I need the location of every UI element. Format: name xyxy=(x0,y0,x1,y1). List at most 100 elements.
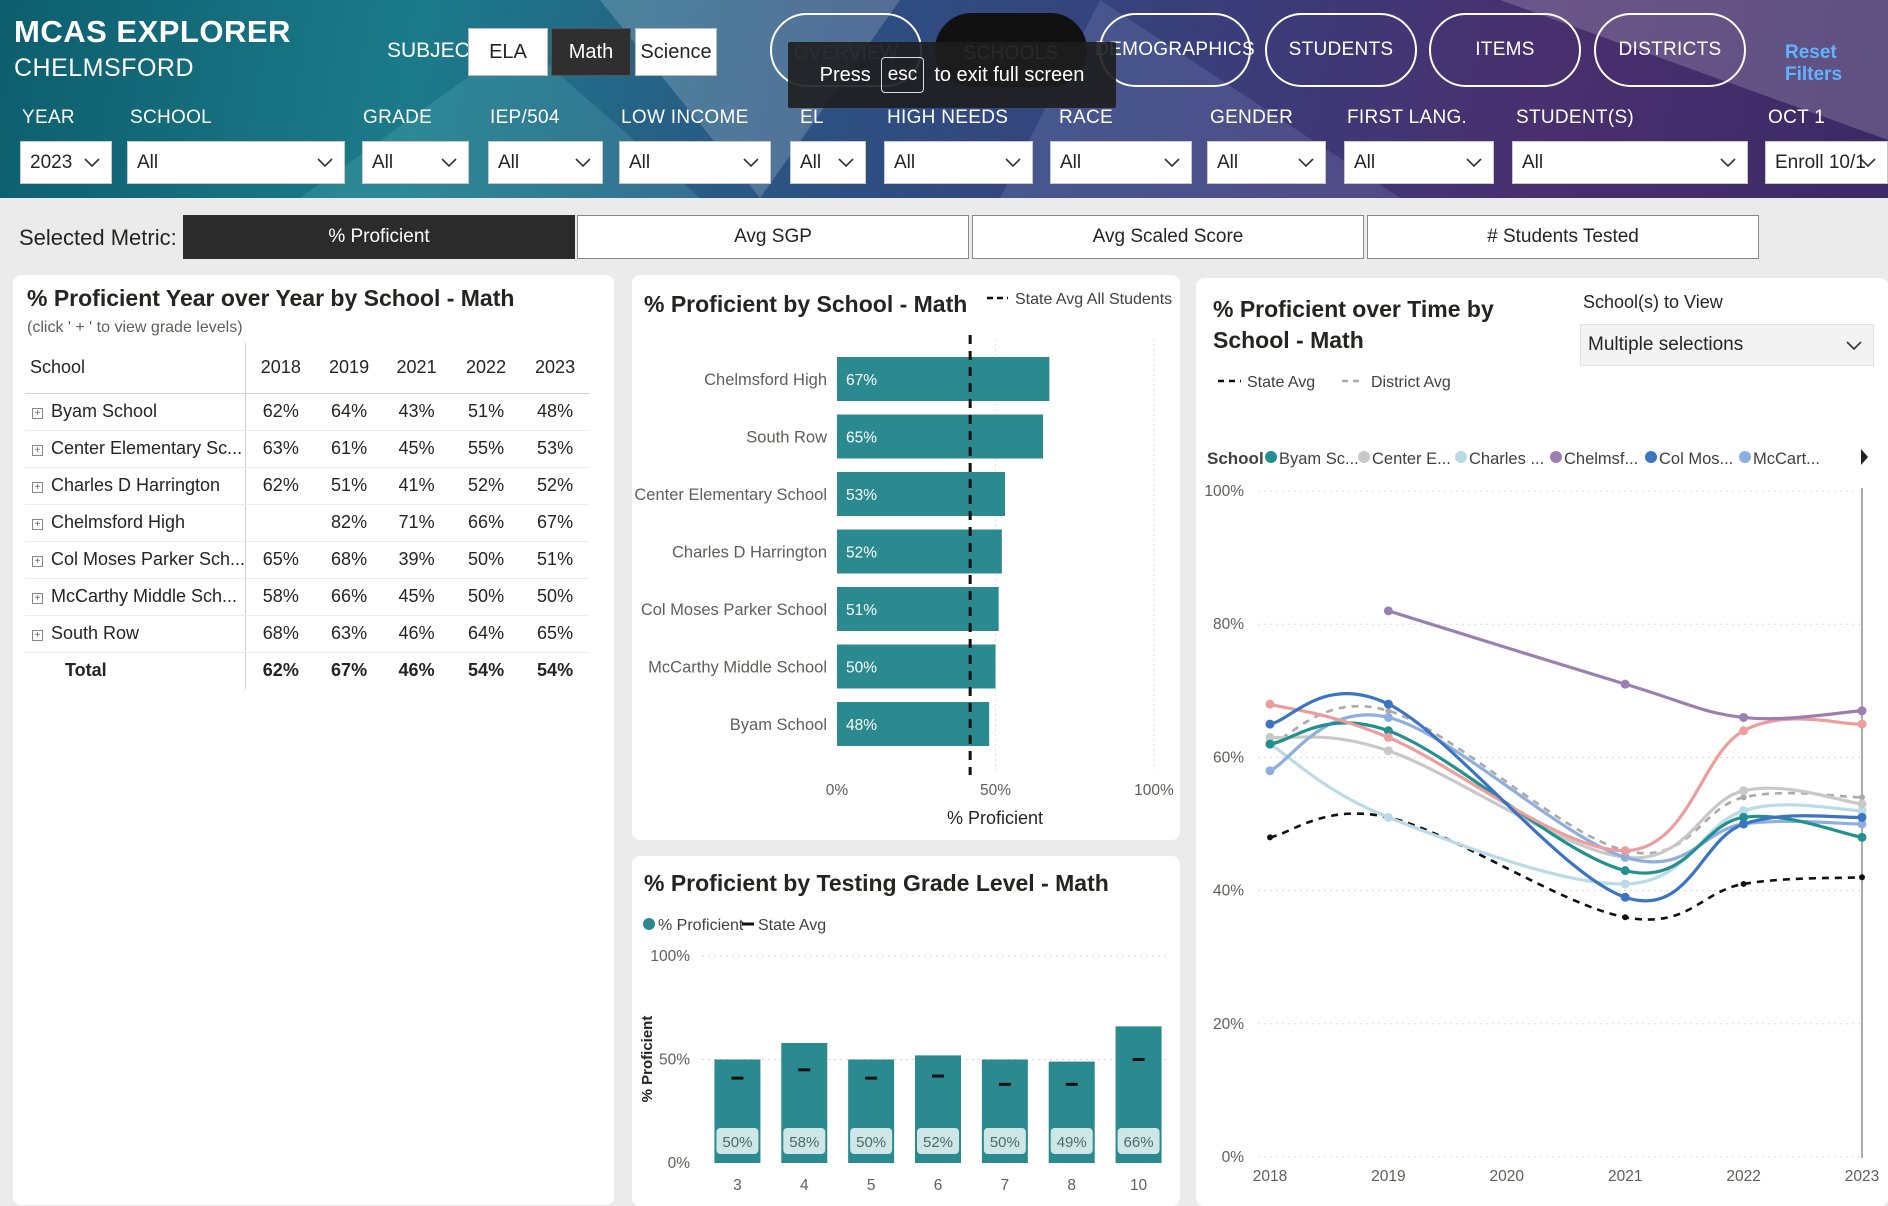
bar-data-label: 58% xyxy=(789,1134,819,1151)
series-point-byam-school[interactable] xyxy=(1265,739,1275,749)
filter-label-el: EL xyxy=(800,107,824,128)
series-point-mccarthy-middle-school[interactable] xyxy=(1265,766,1275,776)
school-legend-label[interactable]: Charles ... xyxy=(1469,450,1544,468)
school-legend-dot xyxy=(1358,451,1370,463)
filter-value: All xyxy=(800,151,822,173)
series-line-center-elementary-school[interactable] xyxy=(1269,735,1863,860)
expand-plus-icon[interactable]: + xyxy=(32,556,43,567)
filter-dropdown-el[interactable]: All xyxy=(790,141,866,184)
series-point-byam-school[interactable] xyxy=(1620,866,1630,876)
series-line-state-avg[interactable] xyxy=(1269,812,1863,921)
subject-math-button[interactable]: Math xyxy=(551,28,631,76)
school-name: Col Moses Parker Sch... xyxy=(51,549,246,569)
filter-dropdown-high-needs[interactable]: All xyxy=(884,141,1033,184)
series-point-chelmsford-high[interactable] xyxy=(1620,679,1630,689)
series-point-charles-d-harrington[interactable] xyxy=(1383,812,1393,822)
metric-option-1[interactable]: Avg SGP xyxy=(577,215,969,259)
metric-option-2[interactable]: Avg Scaled Score xyxy=(972,215,1364,259)
series-point-col-moses-parker-school[interactable] xyxy=(1383,699,1393,709)
series-point-center-elementary-school[interactable] xyxy=(1739,786,1749,796)
series-point-byam-school[interactable] xyxy=(1857,832,1867,842)
reset-filters-button[interactable]: Reset Filters xyxy=(1785,42,1888,86)
filter-dropdown-low-income[interactable]: All xyxy=(619,141,771,184)
filter-label-iep-504: IEP/504 xyxy=(490,107,560,128)
series-point-col-moses-parker-school[interactable] xyxy=(1265,719,1275,729)
series-point-south-row[interactable] xyxy=(1383,732,1393,742)
metric-option-0[interactable]: % Proficient xyxy=(183,215,575,259)
table-total-row: Total 62% 67% 46% 54% 54% xyxy=(25,651,589,689)
series-point-district-avg[interactable] xyxy=(1859,794,1865,801)
bar-data-label: 51% xyxy=(846,602,877,619)
subject-science-button[interactable]: Science xyxy=(635,28,717,76)
nav-items[interactable]: ITEMS xyxy=(1429,13,1581,87)
series-line-byam-school[interactable] xyxy=(1269,721,1863,875)
subject-ela-button[interactable]: ELA xyxy=(468,28,548,76)
value-cell: 46% xyxy=(382,615,451,653)
filter-dropdown-student-s[interactable]: All xyxy=(1512,141,1748,184)
nav-students[interactable]: STUDENTS xyxy=(1265,13,1417,87)
x-tick-label: 0% xyxy=(826,782,849,799)
series-point-state-avg[interactable] xyxy=(1622,914,1629,921)
expand-plus-icon[interactable]: + xyxy=(32,408,43,419)
filter-dropdown-school[interactable]: All xyxy=(127,141,345,184)
table-row: + Charles D Harrington 62% 51% 41% 52% 52% xyxy=(25,467,589,505)
series-line-district-avg[interactable] xyxy=(1269,704,1863,855)
series-point-south-row[interactable] xyxy=(1620,846,1630,856)
school-legend-label[interactable]: McCart... xyxy=(1753,450,1820,468)
series-point-state-avg[interactable] xyxy=(1859,874,1865,881)
expand-plus-icon[interactable]: + xyxy=(32,519,43,530)
y-tick-label: 80% xyxy=(1213,616,1244,633)
series-point-mccarthy-middle-school[interactable] xyxy=(1383,712,1393,722)
expand-plus-icon[interactable]: + xyxy=(32,630,43,641)
filter-dropdown-grade[interactable]: All xyxy=(362,141,469,184)
x-tick-label: 2019 xyxy=(1371,1168,1405,1185)
expand-plus-icon[interactable]: + xyxy=(32,445,43,456)
series-point-chelmsford-high[interactable] xyxy=(1739,712,1749,722)
filter-dropdown-oct-1[interactable]: Enroll 10/1 xyxy=(1765,141,1888,184)
series-point-south-row[interactable] xyxy=(1265,699,1275,709)
series-point-south-row[interactable] xyxy=(1857,719,1867,729)
series-point-district-avg[interactable] xyxy=(1385,707,1392,714)
school-legend-label[interactable]: Center E... xyxy=(1372,450,1451,468)
chevron-down-icon xyxy=(1298,158,1314,168)
filter-label-race: RACE xyxy=(1059,107,1113,128)
series-point-state-avg[interactable] xyxy=(1267,834,1273,841)
column-header: 2018 xyxy=(245,343,316,394)
legend-next-arrow-icon[interactable] xyxy=(1861,449,1868,465)
series-point-district-avg[interactable] xyxy=(1740,794,1747,801)
value-cell: 50% xyxy=(521,578,589,616)
expand-plus-icon[interactable]: + xyxy=(32,482,43,493)
metric-option-3[interactable]: # Students Tested xyxy=(1367,215,1759,259)
expand-plus-icon[interactable]: + xyxy=(32,593,43,604)
nav-demographics[interactable]: DEMOGRAPHICS xyxy=(1095,13,1255,87)
y-tick-label: 100% xyxy=(650,948,690,965)
series-point-center-elementary-school[interactable] xyxy=(1383,746,1393,756)
value-cell: 52% xyxy=(521,467,589,505)
state-avg-legend-label: State Avg xyxy=(1247,374,1315,391)
series-point-col-moses-parker-school[interactable] xyxy=(1857,812,1867,822)
series-point-chelmsford-high[interactable] xyxy=(1383,606,1393,616)
series-line-chelmsford-high[interactable] xyxy=(1387,609,1863,721)
series-point-state-avg[interactable] xyxy=(1740,880,1747,887)
filter-dropdown-first-lang[interactable]: All xyxy=(1344,141,1494,184)
series-point-chelmsford-high[interactable] xyxy=(1857,706,1867,716)
table-row: + Chelmsford High 82% 71% 66% 67% xyxy=(25,504,589,542)
filter-dropdown-race[interactable]: All xyxy=(1050,141,1192,184)
grade-bar-chart: % Proficient State Avg 100% 50% 0% % Proficie… xyxy=(639,917,1170,1194)
filter-dropdown-year[interactable]: 2023 xyxy=(20,141,112,184)
table-row: + McCarthy Middle Sch... 58% 66% 45% 50% 50% xyxy=(25,578,589,616)
series-point-col-moses-parker-school[interactable] xyxy=(1739,819,1749,829)
school-legend-label[interactable]: Byam Sc... xyxy=(1279,450,1359,468)
school-legend-label[interactable]: Col Mos... xyxy=(1659,450,1733,468)
series-point-center-elementary-school[interactable] xyxy=(1857,799,1867,809)
school-legend-label[interactable]: Chelmsf... xyxy=(1564,450,1638,468)
filter-dropdown-gender[interactable]: All xyxy=(1207,141,1326,184)
column-header: 2023 xyxy=(521,343,589,394)
filter-dropdown-iep-504[interactable]: All xyxy=(488,141,603,184)
filter-value: All xyxy=(1217,151,1239,173)
series-point-charles-d-harrington[interactable] xyxy=(1620,879,1630,889)
series-point-south-row[interactable] xyxy=(1739,726,1749,736)
chevron-down-icon xyxy=(1005,158,1021,168)
nav-districts[interactable]: DISTRICTS xyxy=(1594,13,1746,87)
series-point-col-moses-parker-school[interactable] xyxy=(1620,892,1630,902)
